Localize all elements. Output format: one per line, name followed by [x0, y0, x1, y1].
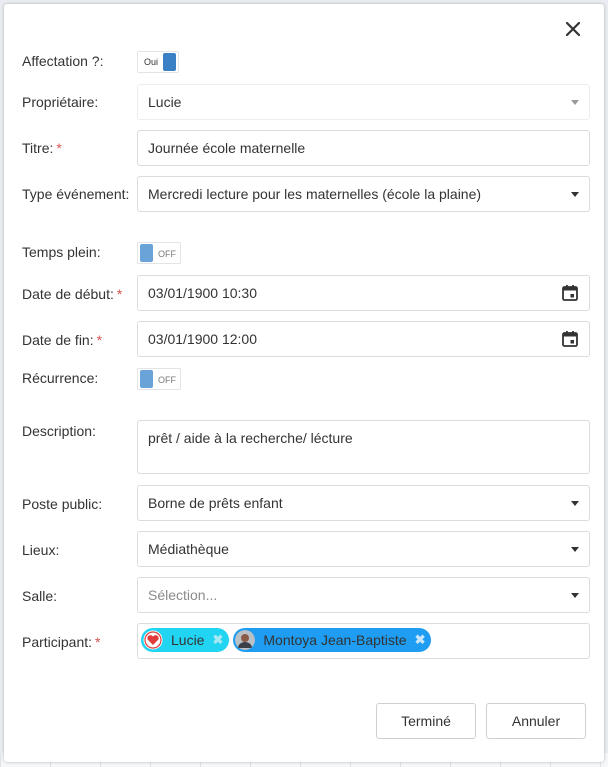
affectation-toggle-text: Oui — [144, 57, 159, 67]
salle-label: Salle: — [22, 588, 58, 604]
chevron-down-icon — [571, 99, 579, 105]
type-evenement-value: Mercredi lecture pour les maternelles (é… — [148, 186, 482, 202]
poste-public-value: Borne de prêts enfant — [148, 495, 283, 511]
calendar-icon[interactable] — [561, 330, 579, 348]
proprietaire-select[interactable]: Lucie — [137, 84, 590, 120]
required-marker: * — [95, 634, 101, 650]
temps-plein-toggle[interactable]: OFF — [137, 242, 181, 264]
affectation-toggle[interactable]: Oui — [137, 51, 179, 73]
affectation-label: Affectation ?: — [22, 53, 104, 69]
toggle-knob — [163, 53, 176, 71]
participant-tag-name: Lucie — [171, 632, 205, 648]
date-fin-label: Date de fin: * — [22, 332, 103, 348]
recurrence-toggle-text: OFF — [158, 375, 176, 385]
participant-label: Participant: * — [22, 634, 101, 650]
participant-tag: Lucie ✖ — [141, 628, 230, 652]
description-value: prêt / aide à la recherche/ lécture — [148, 430, 353, 446]
date-fin-input[interactable]: 03/01/1900 12:00 — [137, 321, 590, 357]
participant-tag: Montoya Jean-Baptiste ✖ — [233, 628, 432, 652]
temps-plein-toggle-text: OFF — [158, 249, 176, 259]
cancel-button[interactable]: Annuler — [486, 703, 586, 739]
titre-value: Journée école maternelle — [148, 140, 306, 156]
poste-public-label: Poste public: — [22, 496, 103, 512]
date-debut-label: Date de début: * — [22, 286, 123, 302]
chevron-down-icon — [571, 500, 579, 506]
salle-placeholder: Sélection... — [148, 587, 218, 603]
calendar-icon[interactable] — [561, 284, 579, 302]
poste-public-select[interactable]: Borne de prêts enfant — [137, 485, 590, 521]
proprietaire-value: Lucie — [148, 94, 182, 110]
titre-label: Titre: * — [22, 140, 62, 156]
titre-input[interactable]: Journée école maternelle — [137, 130, 590, 166]
heart-avatar-icon — [143, 630, 163, 650]
done-button[interactable]: Terminé — [376, 703, 476, 739]
required-marker: * — [56, 140, 62, 156]
required-marker: * — [96, 332, 103, 348]
lieux-label: Lieux: — [22, 542, 60, 558]
temps-plein-label: Temps plein: — [22, 244, 101, 260]
chevron-down-icon — [571, 546, 579, 552]
toggle-knob — [140, 370, 153, 388]
avatar — [235, 630, 256, 650]
recurrence-toggle[interactable]: OFF — [137, 368, 181, 390]
lieux-value: Médiathèque — [148, 541, 229, 557]
description-label: Description: — [22, 423, 96, 439]
required-marker: * — [116, 286, 123, 302]
close-icon[interactable] — [562, 18, 584, 40]
type-evenement-label: Type événement: — [22, 186, 130, 202]
remove-tag-icon[interactable]: ✖ — [415, 632, 426, 648]
salle-select[interactable]: Sélection... — [137, 577, 590, 613]
toggle-knob — [140, 244, 153, 262]
participant-tag-name: Montoya Jean-Baptiste — [263, 632, 407, 648]
date-debut-input[interactable]: 03/01/1900 10:30 — [137, 275, 590, 311]
type-evenement-select[interactable]: Mercredi lecture pour les maternelles (é… — [137, 176, 590, 212]
date-debut-value: 03/01/1900 10:30 — [148, 285, 257, 301]
remove-tag-icon[interactable]: ✖ — [212, 632, 223, 648]
lieux-select[interactable]: Médiathèque — [137, 531, 590, 567]
recurrence-label: Récurrence: — [22, 370, 99, 386]
description-textarea[interactable]: prêt / aide à la recherche/ lécture — [137, 420, 590, 474]
chevron-down-icon — [571, 191, 579, 197]
participant-tag-input[interactable]: Lucie ✖ Montoya Jean-Baptiste ✖ — [137, 623, 590, 659]
date-fin-value: 03/01/1900 12:00 — [148, 331, 257, 347]
proprietaire-label: Propriétaire: — [22, 94, 99, 110]
chevron-down-icon — [571, 592, 579, 598]
event-dialog: Affectation ?: Oui Propriétaire: Lucie T… — [4, 4, 604, 762]
